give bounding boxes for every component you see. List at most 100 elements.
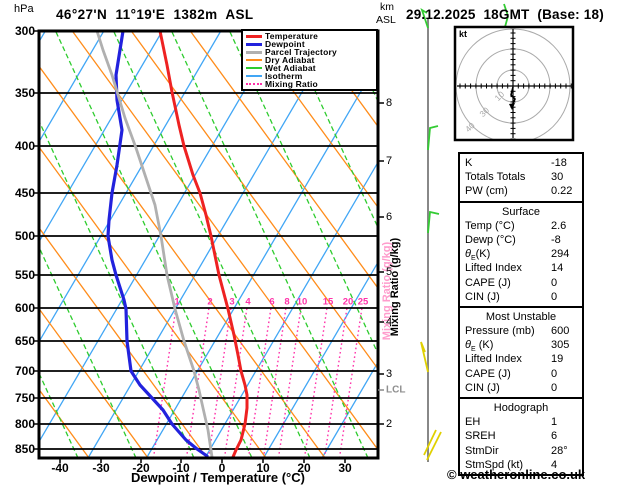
wet-adiabat-line (54, 31, 253, 458)
copyright: © weatheronline.co.uk (447, 467, 586, 482)
hodograph: 103040 (456, 28, 572, 139)
km-axis-label: 8 (386, 97, 393, 109)
dry-adiabat-line (39, 65, 326, 458)
legend-line-sample (246, 67, 262, 69)
table-row-label: CAPE (J) (465, 367, 511, 380)
table-row-label: Temp (°C) (465, 219, 515, 232)
wind-barb (420, 341, 429, 373)
km-axis-label: 5 (386, 266, 393, 278)
temperature-curve (158, 31, 249, 458)
pressure-axis-label: 700 (14, 364, 35, 378)
legend-item: Temperature (243, 32, 376, 40)
mixing-ratio-value-label: 25 (358, 297, 369, 308)
table-section-header: Most Unstable (485, 310, 557, 323)
table-row-value: -18 (551, 157, 567, 169)
mixing-ratio-value-label: 10 (297, 297, 308, 308)
mixing-ratio-value-label: 15 (323, 297, 334, 308)
table-row-value: 28° (551, 444, 568, 457)
wind-barb (423, 429, 437, 456)
pressure-axis-label: 400 (14, 139, 35, 153)
table-section: Most Unstable Pressure (mb) 600 θE (K) 305 Li… (460, 305, 582, 397)
pressure-axis-label: 800 (14, 417, 35, 431)
km-axis-label: 4 (386, 316, 393, 328)
pressure-axis-label: 600 (14, 301, 35, 315)
mixing-ratio-value-label: 6 (269, 297, 274, 308)
station-title: 46°27'N 11°19'E 1382m ASL (56, 7, 254, 22)
dewpoint-curve (106, 31, 209, 458)
table-row: Lifted Index 14 (460, 261, 582, 275)
pressure-axis-label: 650 (14, 334, 35, 348)
table-section-header: Hodograph (493, 402, 549, 414)
legend-line-sample (246, 59, 262, 61)
table-row: θE (K) 305 (460, 338, 582, 353)
mixing-ratio-value-label: 20 (343, 297, 354, 308)
pressure-axis-label: 850 (14, 442, 35, 456)
table-row-value: 600 (551, 325, 570, 338)
storm-motion-arrowhead (509, 103, 515, 110)
pressure-axis-label: 350 (14, 86, 35, 100)
wind-barb (427, 210, 440, 234)
table-row: CIN (J) 0 (460, 290, 582, 304)
table-row-label: Pressure (mb) (465, 325, 535, 338)
table-row-label: Lifted Index (465, 262, 522, 275)
mixing-ratio-value-label: 2 (207, 297, 212, 308)
mixing-ratio-value-label: 3 (229, 297, 234, 308)
km-axis-label: 7 (386, 155, 393, 167)
temp-axis-label: -20 (132, 461, 150, 475)
table-row-label: CIN (J) (465, 290, 500, 303)
mixing-ratio-line (262, 307, 287, 458)
table-row-value: 0 (551, 367, 558, 380)
temp-axis-label: -40 (51, 461, 69, 475)
table-row-value: 14 (551, 262, 564, 275)
table-row-value: 6 (551, 430, 558, 443)
pressure-axis-label: 550 (14, 268, 35, 282)
table-section-header: Surface (502, 205, 540, 218)
km-axis-label: 3 (386, 368, 393, 380)
valid-time-title: 29.12.2025 18GMT (Base: 18) (406, 7, 604, 22)
table-row: K -18 (460, 156, 582, 170)
legend-line-sample (246, 50, 262, 54)
table-row-value: 0 (551, 276, 558, 289)
table-row-value: 0.22 (551, 185, 573, 198)
hodograph-ring-label: 10 (492, 89, 506, 103)
pressure-axis-label: 300 (14, 24, 35, 38)
pressure-axis-label: 500 (14, 229, 35, 243)
table-row: CIN (J) 0 (460, 381, 582, 395)
table-row-label: EH (465, 416, 481, 429)
table-row-value: 2.6 (551, 219, 567, 232)
table-row-label: Lifted Index (465, 353, 522, 366)
temp-axis-label: 0 (218, 461, 226, 475)
table-row: Lifted Index 19 (460, 352, 582, 366)
mixing-ratio-line (277, 307, 302, 458)
table-row: SREH 6 (460, 429, 582, 443)
table-row: CAPE (J) 0 (460, 276, 582, 290)
table-section: K -18 Totals Totals 30 PW (cm) 0.22 (460, 154, 582, 201)
hodograph-ring-label: 30 (477, 105, 491, 119)
legend-line-sample (246, 34, 262, 38)
indices-table: K -18 Totals Totals 30 PW (cm) 0.22 Surface Tem… (458, 152, 584, 476)
legend-line-sample (246, 42, 262, 46)
table-row-label: PW (cm) (465, 185, 508, 198)
table-row: PW (cm) 0.22 (460, 184, 582, 198)
legend: Temperature Dewpoint Parcel Trajectory Dry … (241, 29, 378, 91)
km-axis-label: 2 (386, 418, 393, 430)
wind-barb (427, 125, 439, 151)
table-row-label: Totals Totals (465, 171, 526, 184)
table-row-value: 0 (551, 381, 558, 394)
pressure-axis-label: 750 (14, 391, 35, 405)
table-row-label: StmDir (465, 444, 499, 457)
hodograph-ring-label: 40 (463, 120, 477, 134)
pressure-axis-label: 450 (14, 186, 35, 200)
temp-axis-label: 30 (338, 461, 352, 475)
mixing-ratio-line (152, 307, 177, 458)
legend-line-sample (246, 83, 262, 85)
hodograph-unit-label: kt (459, 29, 468, 39)
table-row-value: 19 (551, 353, 564, 366)
table-row-label: SREH (465, 430, 496, 443)
table-row: Temp (°C) 2.6 (460, 219, 582, 233)
table-row-label: CIN (J) (465, 381, 500, 394)
lcl-label: LCL (386, 384, 406, 396)
table-row: StmDir 28° (460, 444, 582, 458)
table-section: Surface Temp (°C) 2.6 Dewp (°C) -8 θE(K) 294 Li… (460, 200, 582, 306)
table-section: Hodograph EH 1 SREH 6 StmDir 28° StmSpd (kt) 4 (460, 397, 582, 474)
